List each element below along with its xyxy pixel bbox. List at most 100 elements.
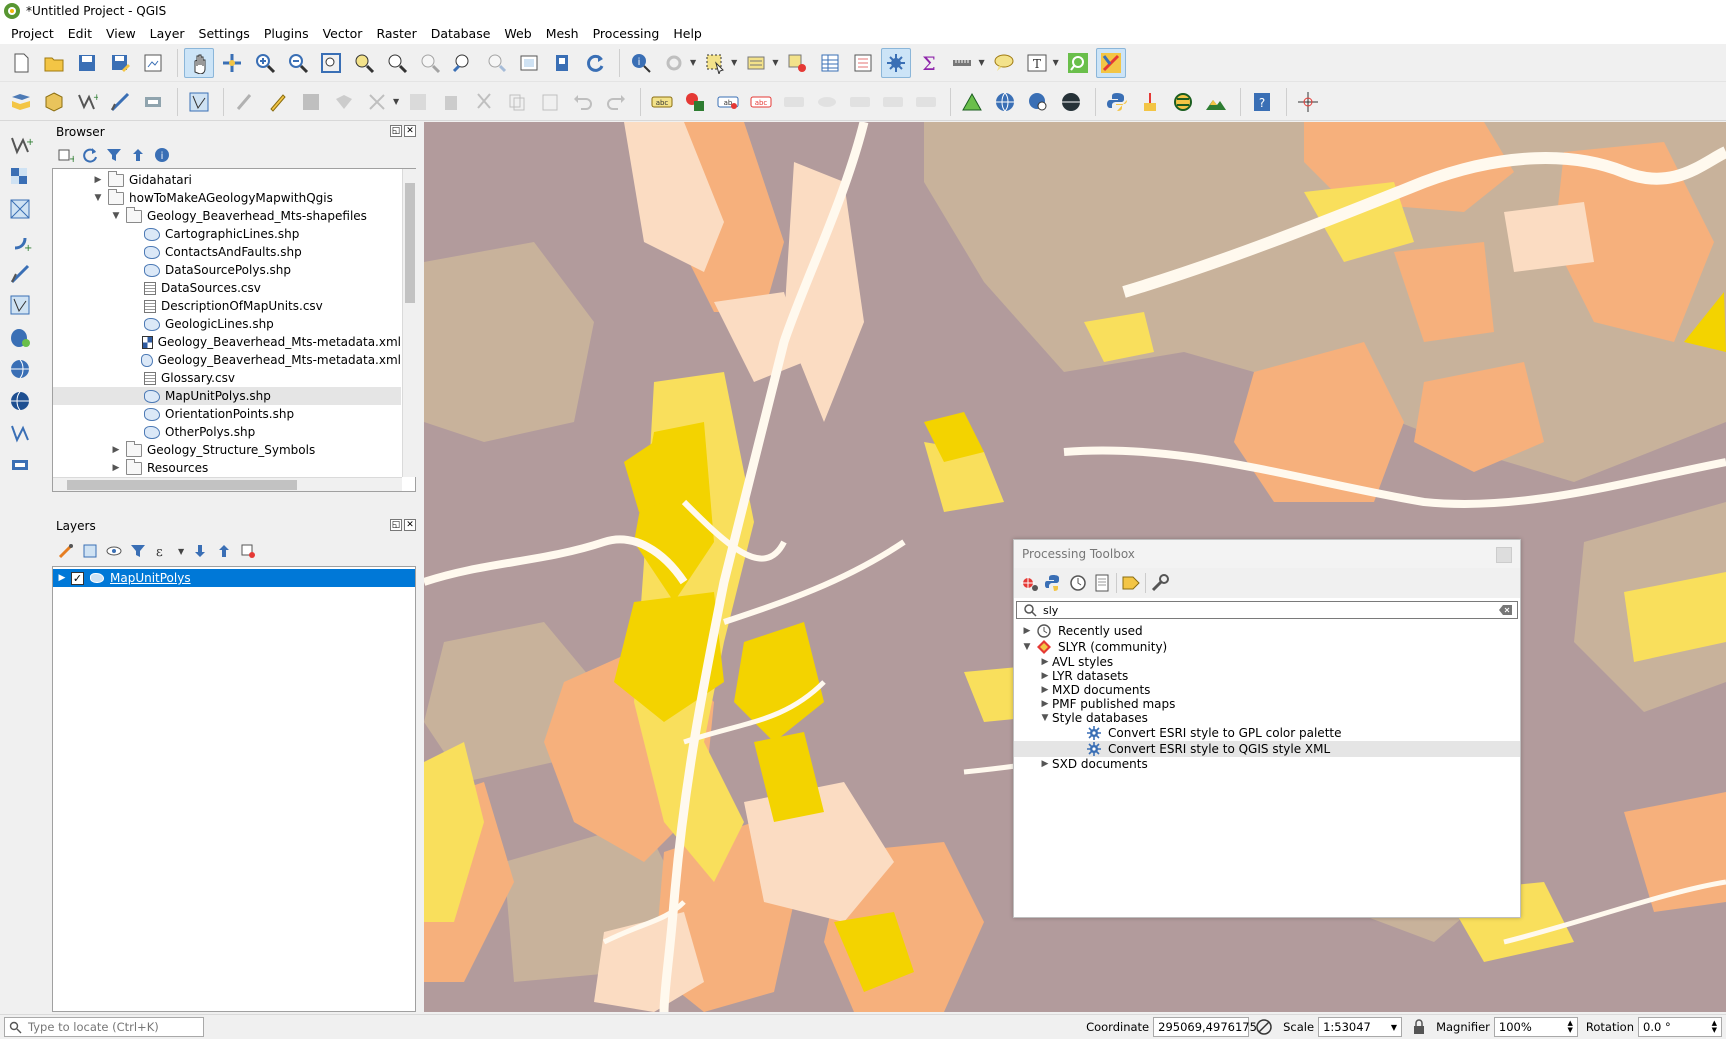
chevron-down-icon[interactable]: ▼ xyxy=(978,58,984,67)
map-tips-button[interactable] xyxy=(989,48,1019,78)
browser-horizontal-scrollbar[interactable] xyxy=(53,477,402,491)
info-icon[interactable]: i xyxy=(154,147,170,163)
expand-arrow-icon[interactable]: ▶ xyxy=(1038,759,1052,769)
results-viewer-icon[interactable] xyxy=(1092,573,1112,593)
toolbox-title-bar[interactable]: Processing Toolbox xyxy=(1014,540,1520,568)
scrollbar-thumb[interactable] xyxy=(67,480,297,490)
chevron-down-icon[interactable]: ▼ xyxy=(393,97,399,106)
undo-button[interactable] xyxy=(568,87,598,117)
vertex-tool-button[interactable] xyxy=(184,87,214,117)
chevron-down-icon[interactable]: ▼ xyxy=(690,58,696,67)
menu-processing[interactable]: Processing xyxy=(586,26,667,41)
collapse-all-icon[interactable] xyxy=(130,147,146,163)
new-shapefile-button[interactable]: + xyxy=(72,87,102,117)
pan-button[interactable] xyxy=(184,47,214,78)
locator-button[interactable] xyxy=(1063,48,1093,78)
processing-toolbox-button[interactable] xyxy=(881,47,912,78)
toolbox-close-button[interactable] xyxy=(1496,547,1512,563)
browser-item[interactable]: ▶ Geology_Structure_Symbols xyxy=(53,440,401,459)
menu-view[interactable]: View xyxy=(99,26,143,41)
new-geopackage-button[interactable] xyxy=(39,87,69,117)
browser-item[interactable]: DataSources.csv xyxy=(53,279,401,297)
pan-to-selection-button[interactable] xyxy=(217,48,247,78)
toolbox-item[interactable]: ▼ Style databases xyxy=(1014,710,1520,726)
sync-button[interactable] xyxy=(1168,87,1198,117)
expand-arrow-icon[interactable]: ▶ xyxy=(1038,699,1052,709)
toolbox-item[interactable]: ▶ SXD documents xyxy=(1014,756,1520,772)
zoom-to-selection-button[interactable] xyxy=(349,48,379,78)
add-wfs-layer-button[interactable] xyxy=(6,388,36,416)
browser-item[interactable]: ContactsAndFaults.shp xyxy=(53,243,401,261)
field-calculator-button[interactable] xyxy=(848,48,878,78)
menu-raster[interactable]: Raster xyxy=(369,26,423,41)
chevron-down-icon[interactable]: ▼ xyxy=(772,58,778,67)
browser-item[interactable]: ▼ howToMakeAGeologyMapwithQgis xyxy=(53,188,401,207)
identify-button[interactable]: i xyxy=(626,48,656,78)
expand-arrow-icon[interactable]: ▼ xyxy=(93,193,103,203)
add-vector-layer-button[interactable]: + xyxy=(6,132,36,160)
add-spatialite-button[interactable] xyxy=(6,292,36,320)
globe-dark-button[interactable] xyxy=(1056,87,1086,117)
toggle-extents-icon[interactable] xyxy=(1255,1018,1273,1036)
toolbox-search-input[interactable] xyxy=(1043,602,1483,618)
add-wms-layer-button[interactable] xyxy=(6,356,36,384)
browser-item[interactable]: ▼ Geology_Beaverhead_Mts-shapefiles xyxy=(53,206,401,225)
add-raster-layer-button[interactable] xyxy=(6,164,36,192)
paste-features-button[interactable] xyxy=(535,87,565,117)
spin-arrows-icon[interactable]: ▲ ▼ xyxy=(1568,1020,1573,1034)
save-as-button[interactable] xyxy=(105,48,135,78)
menu-web[interactable]: Web xyxy=(497,26,538,41)
copy-features-button[interactable] xyxy=(502,87,532,117)
float-panel-button[interactable]: ◱ xyxy=(390,519,402,531)
menu-vector[interactable]: Vector xyxy=(316,26,370,41)
visibility-eye-icon[interactable] xyxy=(106,543,122,559)
menu-plugins[interactable]: Plugins xyxy=(257,26,316,41)
select-by-value-button[interactable] xyxy=(741,48,771,78)
terrain-button[interactable] xyxy=(1201,87,1231,117)
add-mesh-layer-button[interactable] xyxy=(6,196,36,224)
options-wrench-icon[interactable] xyxy=(1150,573,1170,593)
menu-layer[interactable]: Layer xyxy=(143,26,192,41)
scrollbar-thumb[interactable] xyxy=(405,183,415,303)
python-console-button[interactable] xyxy=(1102,87,1132,117)
add-feature-button[interactable] xyxy=(329,87,359,117)
text-annotation-button[interactable]: T xyxy=(1022,48,1052,78)
python-scripts-icon[interactable] xyxy=(1044,573,1064,593)
preview-labels-button[interactable] xyxy=(812,87,842,117)
filter-legend-icon[interactable] xyxy=(130,543,146,559)
add-group-icon[interactable] xyxy=(82,543,98,559)
spin-arrows-icon[interactable]: ▲ ▼ xyxy=(1712,1020,1717,1034)
browser-item[interactable]: DataSourcePolys.shp xyxy=(53,261,401,279)
show-hide-labels-button[interactable] xyxy=(779,87,809,117)
menu-database[interactable]: Database xyxy=(424,26,498,41)
layer-diagram-button[interactable] xyxy=(680,87,710,117)
deselect-button[interactable] xyxy=(782,48,812,78)
open-project-button[interactable] xyxy=(39,48,69,78)
style-manager-icon[interactable] xyxy=(58,543,74,559)
toolbox-search-field[interactable] xyxy=(1016,601,1518,619)
zoom-last-button[interactable] xyxy=(448,48,478,78)
zoom-next-button[interactable] xyxy=(481,48,511,78)
remove-layer-icon[interactable] xyxy=(240,543,256,559)
web-service-button[interactable] xyxy=(990,87,1020,117)
browser-item[interactable]: OtherPolys.shp xyxy=(53,423,401,441)
geoprocessing-button[interactable] xyxy=(957,87,987,117)
menu-edit[interactable]: Edit xyxy=(61,26,99,41)
scale-combobox[interactable]: 1:53047 ▼ xyxy=(1318,1017,1403,1037)
magnifier-spinbox[interactable]: 100% ▲ ▼ xyxy=(1493,1017,1578,1037)
zoom-out-button[interactable] xyxy=(283,48,313,78)
filter-icon[interactable] xyxy=(106,147,122,163)
browser-item[interactable]: ▶ Resources xyxy=(53,458,401,477)
toolbox-item[interactable]: Convert ESRI style to GPL color palette xyxy=(1014,725,1520,741)
rotation-spinbox[interactable]: 0.0 ° ▲ ▼ xyxy=(1638,1017,1722,1037)
toolbox-item[interactable]: ▼ SLYR (community) xyxy=(1014,639,1520,655)
layer-visibility-checkbox[interactable]: ✓ xyxy=(71,571,84,585)
expression-filter-icon[interactable]: ε xyxy=(154,543,170,559)
measure-button[interactable] xyxy=(947,48,977,78)
statistics-button[interactable]: Σ xyxy=(914,48,944,78)
browser-item[interactable]: ▶ Gidahatari xyxy=(53,170,401,189)
browser-item[interactable]: DescriptionOfMapUnits.csv xyxy=(53,297,401,315)
browser-vertical-scrollbar[interactable] xyxy=(402,169,416,477)
current-edits-button[interactable] xyxy=(230,87,260,117)
zoom-full-button[interactable] xyxy=(316,48,346,78)
